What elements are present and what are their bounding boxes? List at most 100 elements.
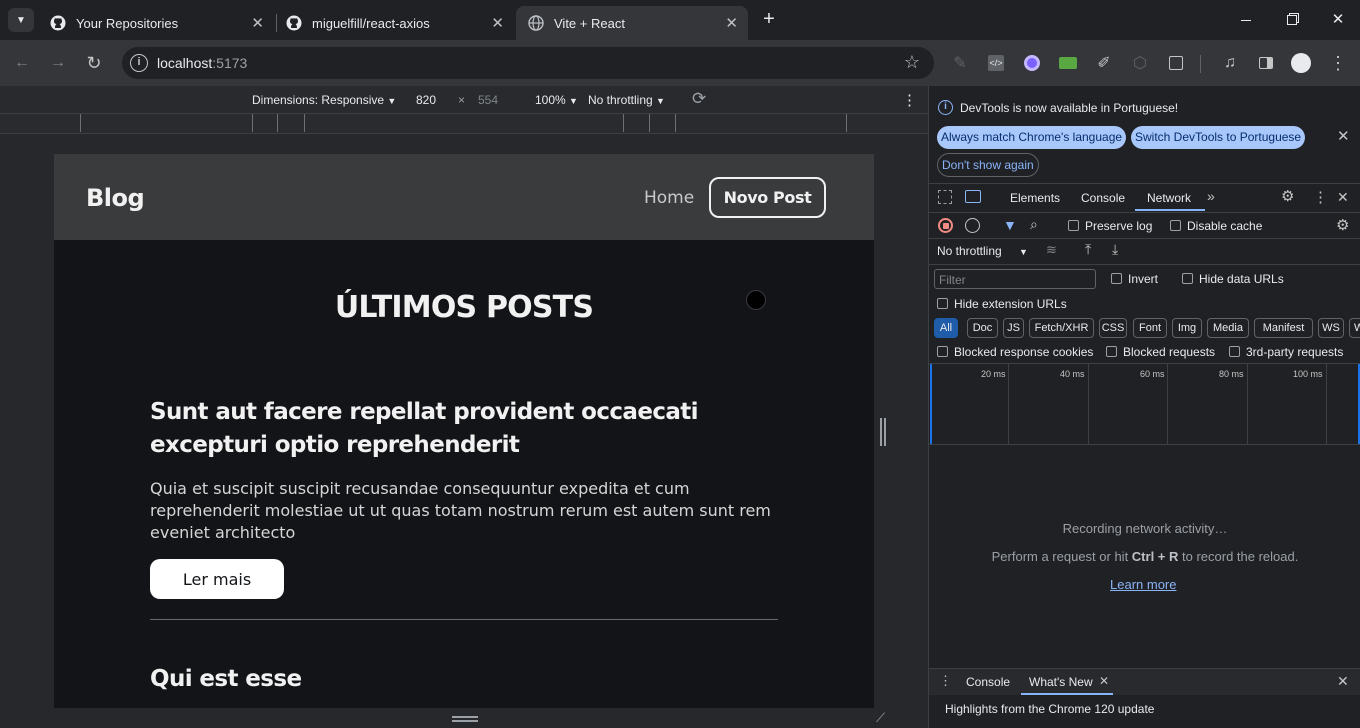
network-conditions-icon[interactable]: ≋ [1046,242,1057,258]
eyedropper-icon[interactable]: ✐ [1092,51,1116,75]
search-icon[interactable]: ⌕ [1030,216,1038,233]
zoom-select[interactable]: 100% ▼ [535,93,578,107]
drawer-tab-console[interactable]: Console [966,675,1010,689]
bookmark-star-icon[interactable]: ☆ [904,52,920,73]
preserve-log-checkbox[interactable]: Preserve log [1068,219,1152,233]
dimensions-select[interactable]: Dimensions: Responsive ▼ [252,93,396,107]
emulated-page: Blog Home Novo Post ÚLTIMOS POSTS Sunt a… [54,154,874,708]
clear-icon[interactable] [965,218,980,233]
resize-handle-right[interactable] [880,418,886,446]
more-options-icon[interactable]: ⋮ [1313,188,1328,206]
side-panel-icon[interactable] [1254,51,1278,75]
width-input[interactable]: 820 [416,93,436,107]
device-toggle-icon[interactable] [965,190,981,203]
inspect-element-icon[interactable] [938,190,952,204]
drawer-tabbar: ⋮ Console What's New ✕ ✕ [929,669,1360,695]
settings-gear-icon[interactable]: ⚙ [1281,187,1294,205]
filter-wasm-chip[interactable]: W [1349,318,1360,338]
disable-cache-checkbox[interactable]: Disable cache [1170,219,1262,233]
learn-more-link[interactable]: Learn more [1110,577,1176,592]
tab-search-button[interactable]: ▼ [8,8,34,32]
filter-funnel-icon[interactable]: ▼ [1003,217,1017,233]
record-stop-icon[interactable] [938,218,953,233]
filter-font-chip[interactable]: Font [1133,318,1167,338]
minimize-button[interactable] [1234,8,1258,32]
record-hint: Perform a request or hit Ctrl + R to rec… [991,549,1299,564]
tab-elements[interactable]: Elements [1010,191,1060,205]
filter-doc-chip[interactable]: Doc [967,318,998,338]
close-devtools-icon[interactable]: ✕ [1337,189,1349,206]
new-post-button[interactable]: Novo Post [709,177,826,218]
back-arrow-icon[interactable]: ← [10,51,34,75]
dont-show-again-button[interactable]: Don't show again [937,153,1039,177]
more-menu-icon[interactable]: ⋮ [1326,51,1350,75]
filter-all-chip[interactable]: All [934,318,958,338]
height-input[interactable]: 554 [478,93,498,107]
media-query-ruler[interactable] [0,114,928,134]
throttling-select[interactable]: No throttling ▼ [588,93,665,107]
always-match-language-button[interactable]: Always match Chrome's language [937,126,1127,149]
filter-ws-chip[interactable]: WS [1318,318,1344,338]
rotate-icon[interactable]: ⟳ [692,89,706,109]
tab-react-axios[interactable]: miguelfill/react-axios ✕ [274,6,514,40]
filter-fetch-xhr-chip[interactable]: Fetch/XHR [1029,318,1094,338]
invert-checkbox[interactable]: Invert [1111,272,1158,286]
forward-arrow-icon[interactable]: → [46,51,70,75]
filter-input[interactable]: Filter [934,269,1096,289]
third-party-requests-checkbox[interactable]: 3rd-party requests [1229,345,1343,359]
drawer-menu-icon[interactable]: ⋮ [939,673,952,689]
resize-handle-corner[interactable]: ⟋ [876,710,885,726]
read-more-button[interactable]: Ler mais [150,559,284,599]
switch-to-portuguese-button[interactable]: Switch DevTools to Portuguese [1131,126,1306,149]
close-tab-icon[interactable]: ✕ [1099,674,1109,688]
restore-button[interactable] [1280,8,1304,32]
puzzle-extensions-icon[interactable] [1164,51,1188,75]
site-info-icon[interactable]: i [130,54,148,72]
filter-media-chip[interactable]: Media [1207,318,1249,338]
extension-icon-dimmed[interactable]: ✎ [948,51,972,75]
more-tabs-icon[interactable]: » [1207,188,1215,204]
import-har-icon[interactable]: ⤒ [1085,241,1091,258]
tab-network[interactable]: Network [1147,191,1191,205]
blocked-response-cookies-checkbox[interactable]: Blocked response cookies [937,345,1093,359]
close-window-button[interactable]: ✕ [1326,8,1350,32]
code-extension-icon[interactable]: </> [984,51,1008,75]
post-body: Quia et suscipit suscipit recusandae con… [150,479,771,542]
close-drawer-icon[interactable]: ✕ [1337,673,1349,690]
filter-img-chip[interactable]: Img [1172,318,1202,338]
close-icon[interactable]: ✕ [725,14,738,32]
hide-data-urls-checkbox[interactable]: Hide data URLs [1182,272,1284,286]
purple-extension-icon[interactable] [1020,51,1044,75]
close-icon[interactable]: ✕ [251,14,264,32]
more-options-icon[interactable]: ⋮ [902,91,917,109]
resize-handle-bottom[interactable] [452,716,478,722]
chevron-down-icon: ▼ [16,14,26,26]
nav-home-link[interactable]: Home [644,188,694,208]
address-bar[interactable]: i localhost:5173 ☆ [122,47,934,79]
tab-your-repositories[interactable]: Your Repositories ✕ [38,6,274,40]
close-icon[interactable]: ✕ [491,14,504,32]
filter-manifest-chip[interactable]: Manifest [1254,318,1313,338]
network-throttling-select[interactable]: No throttling ▼ [937,244,1028,258]
active-tab-indicator [1135,209,1205,211]
avatar[interactable] [1289,51,1313,75]
export-har-icon[interactable]: ⤓ [1112,241,1118,258]
new-tab-button[interactable]: + [758,8,780,32]
network-settings-icon[interactable]: ⚙ [1336,216,1349,234]
reload-icon[interactable]: ↻ [82,51,106,75]
hexagon-extension-icon[interactable]: ⬡ [1128,51,1152,75]
drawer-tab-whats-new[interactable]: What's New [1029,675,1093,689]
blocked-requests-checkbox[interactable]: Blocked requests [1106,345,1215,359]
device-toolbar: Dimensions: Responsive ▼ 820 × 554 100% … [0,86,928,114]
filter-css-chip[interactable]: CSS [1099,318,1127,338]
brand-logo[interactable]: Blog [86,184,145,212]
close-icon[interactable]: ✕ [1337,127,1350,145]
network-overview-timeline[interactable]: 20 ms 40 ms 60 ms 80 ms 100 ms [929,364,1360,444]
tab-vite-react[interactable]: Vite + React ✕ [516,6,748,40]
filter-js-chip[interactable]: JS [1003,318,1024,338]
tab-console[interactable]: Console [1081,191,1125,205]
media-control-icon[interactable]: ♫ [1218,51,1242,75]
hide-extension-urls-checkbox[interactable]: Hide extension URLs [937,297,1067,311]
github-icon [50,15,66,31]
green-extension-icon[interactable] [1056,51,1080,75]
